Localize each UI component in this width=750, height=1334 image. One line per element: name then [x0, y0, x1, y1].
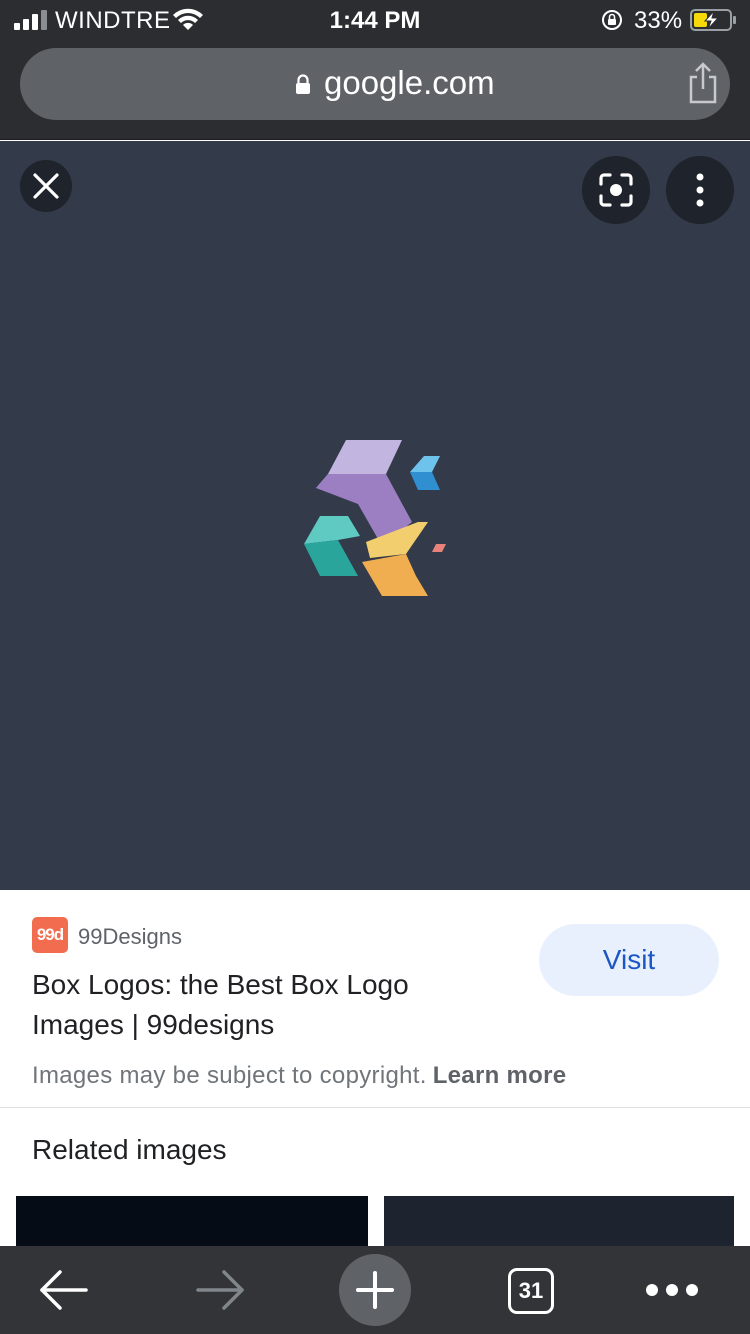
- more-options-button[interactable]: [666, 156, 734, 224]
- address-bar[interactable]: google.com: [20, 48, 730, 120]
- more-vert-icon: [696, 173, 704, 207]
- plus-icon: [356, 1271, 394, 1309]
- new-tab-button[interactable]: [339, 1254, 411, 1326]
- lock-icon: [296, 74, 310, 94]
- source-favicon: 99d: [32, 917, 68, 953]
- address-bar-area: google.com: [0, 40, 750, 140]
- back-arrow-icon[interactable]: [38, 1268, 90, 1312]
- box-logo-image[interactable]: [300, 436, 452, 604]
- battery-percent: 33%: [634, 7, 683, 34]
- logo-purple-top: [328, 440, 402, 474]
- status-bar: WINDTRE 1:44 PM 33%: [0, 0, 750, 40]
- image-info-panel: 99d 99Designs Box Logos: the Best Box Lo…: [0, 890, 750, 1108]
- related-image-thumbnail[interactable]: [384, 1196, 734, 1246]
- rotation-lock-icon: [602, 10, 622, 30]
- source-name[interactable]: 99Designs: [78, 924, 182, 950]
- close-icon: [33, 173, 59, 199]
- logo-blue-top: [410, 456, 440, 472]
- logo-blue-side: [410, 472, 440, 490]
- url-text: google.com: [324, 64, 495, 101]
- logo-red-accent: [432, 544, 446, 552]
- forward-arrow-icon[interactable]: [194, 1268, 246, 1312]
- image-viewer: [0, 141, 750, 890]
- result-title[interactable]: Box Logos: the Best Box Logo Images | 99…: [32, 965, 502, 1045]
- close-button[interactable]: [20, 160, 72, 212]
- lens-button[interactable]: [582, 156, 650, 224]
- lens-icon: [599, 173, 633, 207]
- tabs-button[interactable]: 31: [508, 1268, 554, 1314]
- logo-teal-side: [304, 540, 358, 576]
- browser-toolbar: 31: [0, 1246, 750, 1334]
- related-image-thumbnail[interactable]: [16, 1196, 368, 1246]
- copyright-notice: Images may be subject to copyright. Learn…: [32, 1062, 566, 1090]
- logo-teal-top: [304, 516, 360, 544]
- related-images-heading: Related images: [32, 1134, 227, 1165]
- share-icon[interactable]: [686, 62, 720, 104]
- visit-button[interactable]: Visit: [539, 924, 719, 996]
- more-horiz-icon[interactable]: [644, 1282, 700, 1298]
- logo-orange-side: [362, 554, 428, 596]
- learn-more-link[interactable]: Learn more: [433, 1062, 567, 1089]
- battery-charging-icon: [690, 9, 736, 31]
- copyright-text: Images may be subject to copyright.: [32, 1062, 427, 1089]
